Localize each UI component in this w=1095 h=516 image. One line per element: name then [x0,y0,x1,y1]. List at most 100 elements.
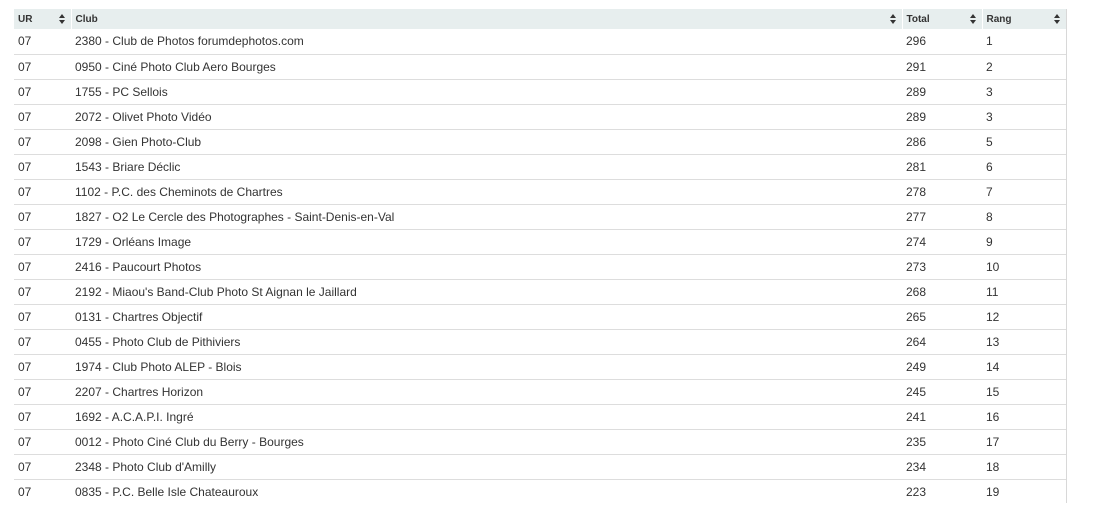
cell-rang: 10 [982,254,1066,280]
cell-ur: 07 [14,54,71,80]
column-header-total[interactable]: Total [902,9,983,29]
table-row: 07 1827 - O2 Le Cercle des Photographes -… [14,204,1066,230]
cell-rang: 18 [982,454,1066,480]
table-row: 07 0455 - Photo Club de Pithiviers 264 13 [14,329,1066,355]
ranking-table-container: UR Club Total Rang 07 2380 - Club de Phot… [14,9,1067,503]
column-header-label: Rang [986,13,1012,25]
cell-rang: 15 [982,379,1066,405]
header-row: UR Club Total Rang [14,9,1066,29]
cell-rang: 6 [982,154,1066,180]
table-row: 07 0950 - Ciné Photo Club Aero Bourges 291… [14,54,1066,80]
cell-club: 1827 - O2 Le Cercle des Photographes - S… [71,204,902,230]
table-row: 07 2098 - Gien Photo-Club 286 5 [14,129,1066,155]
cell-rang: 2 [982,54,1066,80]
cell-club: 1102 - P.C. des Cheminots de Chartres [71,179,902,205]
cell-rang: 7 [982,179,1066,205]
cell-club: 0455 - Photo Club de Pithiviers [71,329,902,355]
cell-club: 2192 - Miaou's Band-Club Photo St Aignan… [71,279,902,305]
cell-total: 264 [902,329,982,355]
cell-total: 289 [902,104,982,130]
cell-ur: 07 [14,429,71,455]
cell-ur: 07 [14,29,71,55]
cell-rang: 17 [982,429,1066,455]
cell-total: 249 [902,354,982,380]
table-row: 07 1729 - Orléans Image 274 9 [14,229,1066,255]
table-header: UR Club Total Rang [14,9,1066,29]
cell-ur: 07 [14,154,71,180]
table-row: 07 1543 - Briare Déclic 281 6 [14,154,1066,180]
table-row: 07 1102 - P.C. des Cheminots de Chartres 2… [14,179,1066,205]
column-header-ur[interactable]: UR [14,9,72,29]
cell-ur: 07 [14,304,71,330]
cell-rang: 14 [982,354,1066,380]
table-row: 07 0131 - Chartres Objectif 265 12 [14,304,1066,330]
cell-rang: 16 [982,404,1066,430]
cell-rang: 3 [982,79,1066,105]
cell-club: 2416 - Paucourt Photos [71,254,902,280]
cell-ur: 07 [14,104,71,130]
cell-club: 1729 - Orléans Image [71,229,902,255]
table-row: 07 1755 - PC Sellois 289 3 [14,79,1066,105]
table-row: 07 2380 - Club de Photos forumdephotos.co… [14,29,1066,55]
cell-club: 2072 - Olivet Photo Vidéo [71,104,902,130]
cell-total: 273 [902,254,982,280]
cell-total: 234 [902,454,982,480]
column-header-club[interactable]: Club [71,9,903,29]
sort-icon[interactable] [1054,14,1060,24]
cell-club: 1543 - Briare Déclic [71,154,902,180]
sort-icon[interactable] [889,14,896,24]
table-row: 07 0012 - Photo Ciné Club du Berry - Bour… [14,429,1066,455]
column-header-rang[interactable]: Rang [982,9,1066,29]
cell-club: 1974 - Club Photo ALEP - Blois [71,354,902,380]
cell-club: 0835 - P.C. Belle Isle Chateauroux [75,484,259,499]
table-row: 07 1692 - A.C.A.P.I. Ingré 241 16 [14,404,1066,430]
cell-ur: 07 [14,279,71,305]
column-header-label: Club [75,13,98,25]
cell-ur: 07 [14,454,71,480]
cell-rang: 8 [982,204,1066,230]
cell-rang: 9 [982,229,1066,255]
table-row: 07 2416 - Paucourt Photos 273 10 [14,254,1066,280]
cell-club: 2207 - Chartres Horizon [71,379,902,405]
cell-ur: 07 [14,379,71,405]
cell-total: 265 [902,304,982,330]
cell-rang: 1 [982,29,1066,55]
cell-ur: 07 [14,179,71,205]
cell-rang: 13 [982,329,1066,355]
cell-ur: 07 [14,229,71,255]
cell-rang: 5 [982,129,1066,155]
table-row: 07 0835 - P.C. Belle Isle Chateauroux 223 1… [14,479,1066,503]
sort-icon[interactable] [58,14,65,24]
cell-total: 286 [902,129,982,155]
cell-club: 0012 - Photo Ciné Club du Berry - Bourge… [71,429,902,455]
cell-total: 277 [902,204,982,230]
cell-rang: 12 [982,304,1066,330]
cell-rang: 19 [986,484,1000,499]
table-body: 07 2380 - Club de Photos forumdephotos.co… [14,29,1066,503]
column-header-label: UR [18,13,33,25]
cell-total: 289 [902,79,982,105]
cell-rang: 3 [982,104,1066,130]
cell-total: 278 [902,179,982,205]
cell-ur: 07 [14,204,71,230]
cell-ur: 07 [14,129,71,155]
ranking-table: UR Club Total Rang 07 2380 - Club de Phot… [14,9,1066,503]
cell-club: 2380 - Club de Photos forumdephotos.com [71,29,902,55]
cell-total: 241 [902,404,982,430]
cell-ur: 07 [14,79,71,105]
table-row: 07 2207 - Chartres Horizon 245 15 [14,379,1066,405]
cell-club: 1755 - PC Sellois [71,79,902,105]
cell-total: 245 [902,379,982,405]
cell-total: 223 [906,484,927,499]
cell-ur: 07 [18,484,32,499]
cell-club: 2098 - Gien Photo-Club [71,129,902,155]
cell-club: 1692 - A.C.A.P.I. Ingré [71,404,902,430]
sort-icon[interactable] [969,14,976,24]
cell-ur: 07 [14,254,71,280]
cell-rang: 11 [982,279,1066,305]
cell-total: 296 [902,29,982,55]
cell-total: 281 [902,154,982,180]
cell-total: 268 [902,279,982,305]
cell-club: 2348 - Photo Club d'Amilly [71,454,902,480]
cell-club: 0131 - Chartres Objectif [71,304,902,330]
